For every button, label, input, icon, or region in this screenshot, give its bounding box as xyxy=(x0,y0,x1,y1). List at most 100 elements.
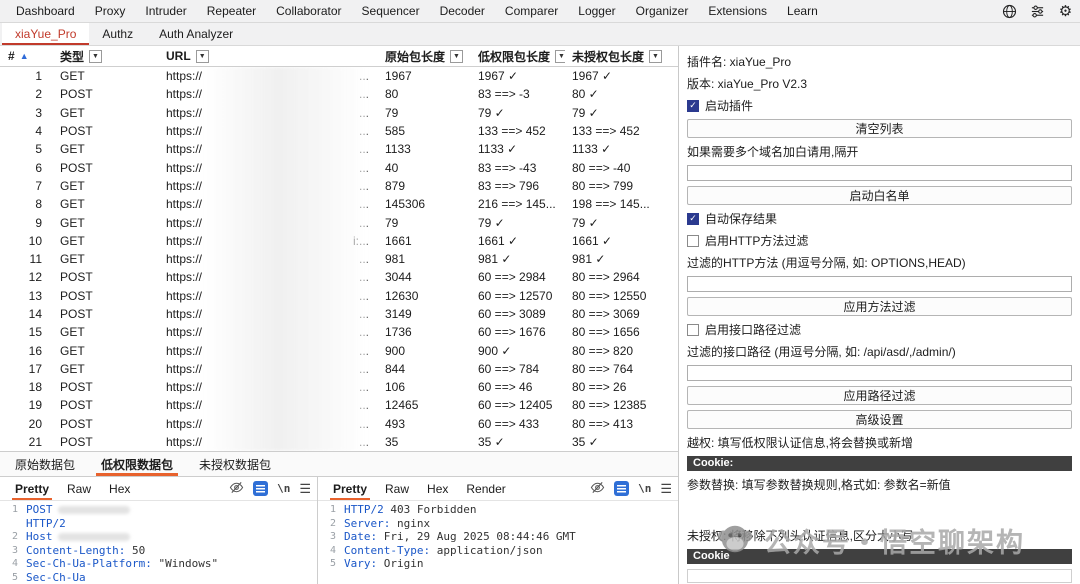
eye-crossed-icon[interactable] xyxy=(229,480,244,498)
newline-icon[interactable]: \n xyxy=(277,482,290,495)
table-row[interactable]: 4 POST https:// ... 585 133 ==> 452 133 … xyxy=(0,122,678,140)
table-row[interactable]: 15 GET https:// ... 1736 60 ==> 1676 80 … xyxy=(0,323,678,341)
cell-index: 11 xyxy=(0,252,50,266)
column-header-url[interactable]: URL ▼ xyxy=(156,49,378,63)
editor-view-tab[interactable]: Raw xyxy=(376,478,418,500)
menu-item[interactable]: Sequencer xyxy=(352,4,430,18)
filter-icon[interactable]: ▼ xyxy=(89,50,102,63)
url-scheme: https:// xyxy=(166,270,202,284)
cell-index: 21 xyxy=(0,435,50,449)
table-row[interactable]: 14 POST https:// ... 3149 60 ==> 3089 80… xyxy=(0,305,678,323)
table-row[interactable]: 20 POST https:// ... 493 60 ==> 433 80 =… xyxy=(0,415,678,433)
table-row[interactable]: 5 GET https:// ... 1133 1133 ✓ 1133 ✓ xyxy=(0,140,678,158)
apply-method-filter-button[interactable]: 应用方法过滤 xyxy=(687,297,1072,316)
table-row[interactable]: 6 POST https:// ... 40 83 ==> -43 80 ==>… xyxy=(0,158,678,176)
eye-crossed-icon[interactable] xyxy=(590,480,605,498)
extension-tab[interactable]: Authz xyxy=(89,23,146,45)
extension-tab[interactable]: xiaYue_Pro xyxy=(2,23,89,45)
editor-view-tab[interactable]: Hex xyxy=(100,478,139,500)
enable-plugin-checkbox[interactable]: ✓ 启动插件 xyxy=(687,97,1072,114)
wrap-lines-icon[interactable] xyxy=(253,481,268,496)
table-row[interactable]: 21 POST https:// ... 35 35 ✓ 35 ✓ xyxy=(0,433,678,451)
menu-item[interactable]: Collaborator xyxy=(266,4,351,18)
gear-icon[interactable]: ⚙ xyxy=(1057,3,1074,20)
column-header-unauth-length[interactable]: 未授权包长度 ▼ xyxy=(565,48,678,65)
code-line: 2 Host xyxy=(0,530,317,544)
table-row[interactable]: 1 GET https:// ... 1967 1967 ✓ 1967 ✓ xyxy=(0,67,678,85)
menu-item[interactable]: Learn xyxy=(777,4,828,18)
cell-index: 4 xyxy=(0,124,50,138)
menu-item[interactable]: Decoder xyxy=(430,4,495,18)
table-row[interactable]: 8 GET https:// ... 145306 216 ==> 145...… xyxy=(0,195,678,213)
cell-type: POST xyxy=(50,307,156,321)
request-body[interactable]: 1 POST HTTP/2 2 Host xyxy=(0,501,317,584)
table-row[interactable]: 16 GET https:// ... 900 900 ✓ 80 ==> 820 xyxy=(0,341,678,359)
editor-view-tab[interactable]: Hex xyxy=(418,478,457,500)
cell-index: 10 xyxy=(0,234,50,248)
table-row[interactable]: 7 GET https:// ... 879 83 ==> 796 80 ==>… xyxy=(0,177,678,195)
filter-icon[interactable]: ▼ xyxy=(196,50,209,63)
response-body[interactable]: 1 HTTP/2 403 Forbidden 2 Server: nginx 3 xyxy=(318,501,678,584)
cell-orig-length: 40 xyxy=(378,161,471,175)
table-row[interactable]: 18 POST https:// ... 106 60 ==> 46 80 ==… xyxy=(0,378,678,396)
table-row[interactable]: 9 GET https:// ... 79 79 ✓ 79 ✓ xyxy=(0,213,678,231)
globe-icon[interactable] xyxy=(1001,3,1018,20)
enable-path-filter-checkbox[interactable]: 启用接口路径过滤 xyxy=(687,321,1072,338)
menu-item[interactable]: Organizer xyxy=(626,4,699,18)
table-row[interactable]: 13 POST https:// ... 12630 60 ==> 12570 … xyxy=(0,287,678,305)
menu-item[interactable]: Dashboard xyxy=(6,4,85,18)
column-header-orig-length[interactable]: 原始包长度 ▼ xyxy=(378,48,471,65)
extension-tab[interactable]: Auth Analyzer xyxy=(146,23,246,45)
enable-method-filter-checkbox[interactable]: 启用HTTP方法过滤 xyxy=(687,232,1072,249)
packet-subtab[interactable]: 原始数据包 xyxy=(2,452,88,476)
editor-view-tab[interactable]: Raw xyxy=(58,478,100,500)
cell-type: GET xyxy=(50,362,156,376)
editor-menu-icon[interactable]: ☰ xyxy=(660,482,672,495)
clear-list-button[interactable]: 清空列表 xyxy=(687,119,1072,138)
menu-item[interactable]: Comparer xyxy=(495,4,568,18)
method-filter-input[interactable] xyxy=(687,276,1072,292)
whitelist-input[interactable] xyxy=(687,165,1072,181)
column-header-type[interactable]: 类型 ▼ xyxy=(50,48,156,65)
cell-type: GET xyxy=(50,197,156,211)
table-row[interactable]: 3 GET https:// ... 79 79 ✓ 79 ✓ xyxy=(0,104,678,122)
editor-view-tab[interactable]: Pretty xyxy=(6,478,58,500)
column-header-index[interactable]: # ▲ xyxy=(0,49,50,63)
filter-icon[interactable]: ▼ xyxy=(450,50,463,63)
path-filter-input[interactable] xyxy=(687,365,1072,381)
editor-view-tab[interactable]: Pretty xyxy=(324,478,376,500)
table-row[interactable]: 11 GET https:// ... 981 981 ✓ 981 ✓ xyxy=(0,250,678,268)
url-tail: ... xyxy=(359,87,369,101)
table-row[interactable]: 19 POST https:// ... 12465 60 ==> 12405 … xyxy=(0,396,678,414)
auto-save-checkbox[interactable]: ✓ 自动保存结果 xyxy=(687,210,1072,227)
table-row[interactable]: 17 GET https:// ... 844 60 ==> 784 80 ==… xyxy=(0,360,678,378)
wrap-lines-icon[interactable] xyxy=(614,481,629,496)
cell-orig-length: 35 xyxy=(378,435,471,449)
start-whitelist-button[interactable]: 启动白名单 xyxy=(687,186,1072,205)
menu-item[interactable]: Extensions xyxy=(698,4,777,18)
cell-index: 17 xyxy=(0,362,50,376)
settings-sliders-icon[interactable] xyxy=(1029,3,1046,20)
cell-url: https:// ... xyxy=(156,380,378,394)
advanced-settings-button[interactable]: 高级设置 xyxy=(687,410,1072,429)
apply-path-filter-button[interactable]: 应用路径过滤 xyxy=(687,386,1072,405)
menu-item[interactable]: Repeater xyxy=(197,4,266,18)
newline-icon[interactable]: \n xyxy=(638,482,651,495)
cell-orig-length: 585 xyxy=(378,124,471,138)
url-scheme: https:// xyxy=(166,234,202,248)
filter-icon[interactable]: ▼ xyxy=(649,50,662,63)
editor-view-tab[interactable]: Render xyxy=(457,478,514,500)
packet-subtab[interactable]: 低权限数据包 xyxy=(88,452,186,476)
menu-item[interactable]: Intruder xyxy=(135,4,196,18)
packet-subtab[interactable]: 未授权数据包 xyxy=(186,452,284,476)
menu-item[interactable]: Logger xyxy=(568,4,625,18)
unauth-cookie-empty-row[interactable] xyxy=(687,569,1072,583)
filter-icon[interactable]: ▼ xyxy=(555,50,565,63)
table-row[interactable]: 10 GET https:// i:... 1661 1661 ✓ 1661 ✓ xyxy=(0,232,678,250)
url-scheme: https:// xyxy=(166,216,202,230)
table-row[interactable]: 12 POST https:// ... 3044 60 ==> 2984 80… xyxy=(0,268,678,286)
menu-item[interactable]: Proxy xyxy=(85,4,136,18)
table-row[interactable]: 2 POST https:// ... 80 83 ==> -3 80 ✓ xyxy=(0,85,678,103)
editor-menu-icon[interactable]: ☰ xyxy=(299,482,311,495)
column-header-lowpriv-length[interactable]: 低权限包长度 ▼ xyxy=(471,48,565,65)
